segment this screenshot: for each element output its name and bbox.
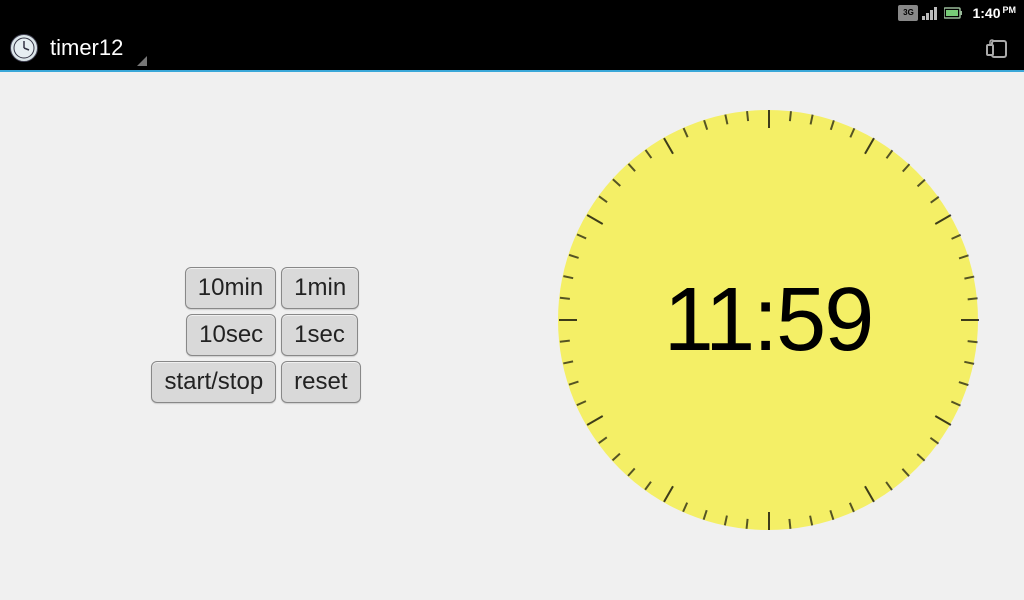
controls-panel: 10min 1min 10sec 1sec start/stop reset xyxy=(0,72,512,598)
one-min-button[interactable]: 1min xyxy=(281,267,359,309)
app-title[interactable]: timer12 xyxy=(50,35,123,61)
one-sec-button[interactable]: 1sec xyxy=(281,314,358,356)
status-time: 1:40PM xyxy=(968,5,1020,21)
ten-sec-button[interactable]: 10sec xyxy=(186,314,276,356)
battery-icon xyxy=(944,6,964,20)
signal-icon xyxy=(922,6,940,20)
ten-min-button[interactable]: 10min xyxy=(185,267,276,309)
clock-face: 11:59 xyxy=(558,110,978,530)
title-bar: timer12 xyxy=(0,26,1024,72)
network-3g-icon: 3G xyxy=(898,5,918,21)
content-area: 10min 1min 10sec 1sec start/stop reset 1… xyxy=(0,72,1024,598)
clock-panel: 11:59 xyxy=(512,72,1024,598)
button-grid: 10min 1min 10sec 1sec start/stop reset xyxy=(151,267,360,403)
status-bar: 3G 1:40PM xyxy=(0,0,1024,26)
lock-rotation-icon[interactable] xyxy=(984,35,1014,61)
start-stop-button[interactable]: start/stop xyxy=(151,361,276,403)
reset-button[interactable]: reset xyxy=(281,361,360,403)
dropdown-indicator-icon[interactable] xyxy=(127,46,147,66)
time-display: 11:59 xyxy=(664,269,873,372)
app-icon xyxy=(10,34,38,62)
